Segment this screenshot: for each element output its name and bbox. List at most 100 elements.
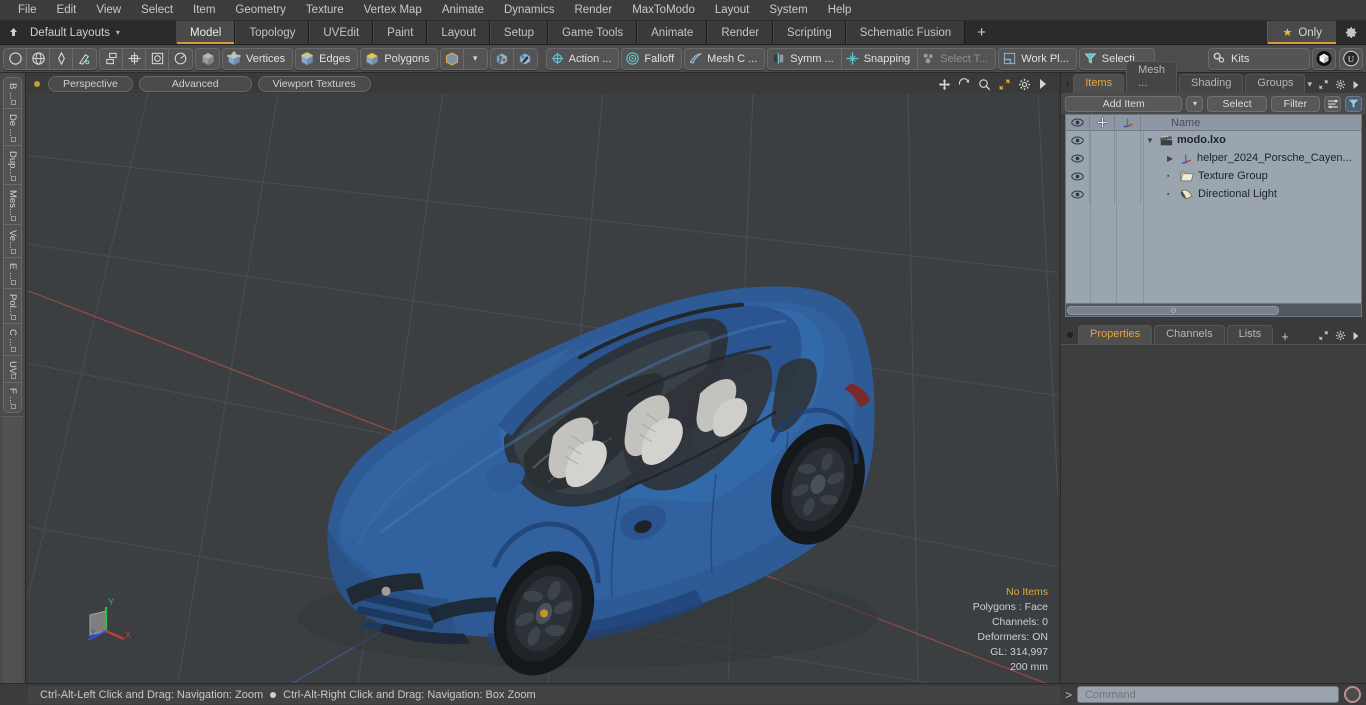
maximize-icon[interactable] (1318, 79, 1329, 90)
scrollbar-thumb[interactable] (1067, 305, 1280, 315)
list-item[interactable]: ▼ modo.lxo (1141, 134, 1361, 146)
command-input[interactable] (1077, 686, 1339, 703)
play-icon[interactable] (1352, 331, 1360, 341)
only-toggle[interactable]: ★ Only (1267, 21, 1336, 44)
left-tab-basic[interactable]: B ... (4, 78, 21, 109)
radial-tool-button[interactable] (169, 49, 192, 69)
tab-setup[interactable]: Setup (489, 21, 548, 44)
mode-dropdown-button[interactable]: ▾ (464, 49, 487, 69)
command-record-icon[interactable] (1344, 686, 1361, 703)
add-item-dropdown[interactable]: ▾ (1186, 95, 1204, 112)
items-mode-button[interactable] (196, 49, 219, 69)
row-axis-cell[interactable] (1115, 167, 1141, 185)
row-visibility-toggle[interactable] (1066, 131, 1090, 149)
pen-tool-button[interactable] (50, 48, 73, 69)
add-properties-tab-button[interactable]: + (1275, 329, 1295, 344)
chevron-down-icon[interactable]: ▾ (1307, 79, 1312, 90)
row-visibility-toggle[interactable] (1066, 149, 1090, 167)
symmetry-button[interactable]: Symm ... (768, 48, 842, 69)
menu-item-file[interactable]: File (8, 0, 47, 21)
tab-items[interactable]: Items (1073, 74, 1125, 93)
table-row[interactable]: ▪ Texture Group (1066, 167, 1361, 185)
frame-tool-button[interactable] (146, 48, 169, 69)
tab-shading[interactable]: Shading (1179, 74, 1244, 93)
viewport-textures-button[interactable]: Viewport Textures (257, 76, 371, 92)
menu-item-help[interactable]: Help (818, 0, 862, 21)
viewport-3d[interactable]: Y X Z No Items Polygons : Face Channels:… (28, 93, 1058, 683)
menu-item-maxtomodo[interactable]: MaxToModo (622, 0, 705, 21)
left-tab-deform[interactable]: De ... (4, 109, 21, 146)
tab-groups[interactable]: Groups (1245, 74, 1306, 93)
expand-triangle-icon[interactable]: ▶ (1167, 154, 1176, 163)
row-lock-cell[interactable] (1090, 149, 1115, 167)
table-row[interactable]: ▪ Directional Light (1066, 185, 1361, 203)
home-icon[interactable] (0, 21, 26, 44)
row-axis-cell[interactable] (1115, 185, 1141, 203)
add-item-button[interactable]: Add Item (1065, 95, 1183, 112)
play-icon[interactable] (1352, 80, 1360, 90)
maximize-icon[interactable] (1318, 330, 1329, 341)
menu-item-view[interactable]: View (86, 0, 131, 21)
move-icon[interactable] (938, 78, 951, 91)
menu-item-vertex-map[interactable]: Vertex Map (354, 0, 432, 21)
list-options-icon[interactable] (1324, 95, 1341, 112)
row-lock-cell[interactable] (1090, 185, 1115, 203)
unreal-bridge-button[interactable]: U (1339, 47, 1363, 70)
row-visibility-toggle[interactable] (1066, 167, 1090, 185)
tab-uvedit[interactable]: UVEdit (309, 21, 374, 44)
table-row[interactable]: ▶ helper_2024_Porsche_Cayen... (1066, 149, 1361, 167)
left-tab-edge[interactable]: E ... (4, 258, 21, 289)
row-lock-cell[interactable] (1090, 131, 1115, 149)
menu-item-dynamics[interactable]: Dynamics (494, 0, 564, 21)
row-axis-cell[interactable] (1115, 149, 1141, 167)
panel-menu-dot[interactable] (1067, 81, 1069, 87)
left-tab-polygon[interactable]: Pol... (4, 289, 21, 325)
row-lock-cell[interactable] (1090, 167, 1115, 185)
list-item[interactable]: ▪ Texture Group (1141, 170, 1361, 182)
tab-topology[interactable]: Topology (235, 21, 310, 44)
kits-button[interactable]: Kits (1209, 49, 1309, 69)
menu-item-item[interactable]: Item (183, 0, 225, 21)
center-tool-button[interactable] (123, 48, 146, 69)
table-row[interactable]: ▼ modo.lxo (1066, 131, 1361, 149)
circle-tool-button[interactable] (4, 48, 27, 69)
viewport-shading-button[interactable]: Advanced (138, 76, 252, 92)
globe-tool-button[interactable] (27, 48, 50, 69)
tab-schematic-fusion[interactable]: Schematic Fusion (845, 21, 966, 44)
work-plane-button[interactable]: Work Pl... (999, 49, 1075, 69)
brush-tool-button[interactable] (73, 49, 96, 69)
list-item[interactable]: ▪ Directional Light (1141, 188, 1361, 200)
viewport-menu-dot[interactable] (34, 81, 40, 87)
tab-channels[interactable]: Channels (1154, 325, 1225, 344)
tab-layout[interactable]: Layout (427, 21, 490, 44)
gear-icon[interactable] (1336, 21, 1366, 44)
menu-item-render[interactable]: Render (564, 0, 622, 21)
snapping-button[interactable]: Snapping (842, 48, 919, 69)
tab-properties[interactable]: Properties (1078, 325, 1153, 344)
menu-item-system[interactable]: System (759, 0, 817, 21)
polygons-mode-button[interactable]: Polygons (361, 49, 436, 69)
maximize-icon[interactable] (998, 78, 1011, 91)
left-tab-vertex[interactable]: Ve... (4, 225, 21, 258)
tab-scripting[interactable]: Scripting (773, 21, 846, 44)
filter-button[interactable]: Filter (1270, 95, 1320, 112)
gear-icon[interactable] (1335, 79, 1346, 90)
falloff-button[interactable]: Falloff (622, 49, 681, 69)
action-center-button[interactable]: Action ... (547, 49, 619, 69)
left-tab-duplicate[interactable]: Dup... (4, 146, 21, 185)
tab-render[interactable]: Render (707, 21, 774, 44)
vertices-mode-button[interactable]: Vertices (223, 49, 292, 69)
tab-lists[interactable]: Lists (1226, 325, 1274, 344)
expand-triangle-icon[interactable]: ▼ (1146, 136, 1155, 145)
align-tool-button[interactable] (100, 48, 123, 69)
row-visibility-toggle[interactable] (1066, 185, 1090, 203)
left-tab-curve[interactable]: C ... (4, 324, 21, 356)
default-layouts-dropdown[interactable]: Default Layouts ▾ (26, 21, 176, 44)
tab-animate[interactable]: Animate (637, 21, 708, 44)
usd-bridge-button[interactable] (1312, 47, 1336, 70)
play-icon[interactable] (1038, 78, 1048, 90)
item-list[interactable]: Name ▼ modo.lxo ▶ helper_2024_Porsche_Ca… (1065, 114, 1362, 304)
shading-a-button[interactable] (491, 48, 514, 69)
left-tab-mesh[interactable]: Mes... (4, 185, 21, 225)
item-list-horizontal-scrollbar[interactable] (1065, 304, 1362, 317)
